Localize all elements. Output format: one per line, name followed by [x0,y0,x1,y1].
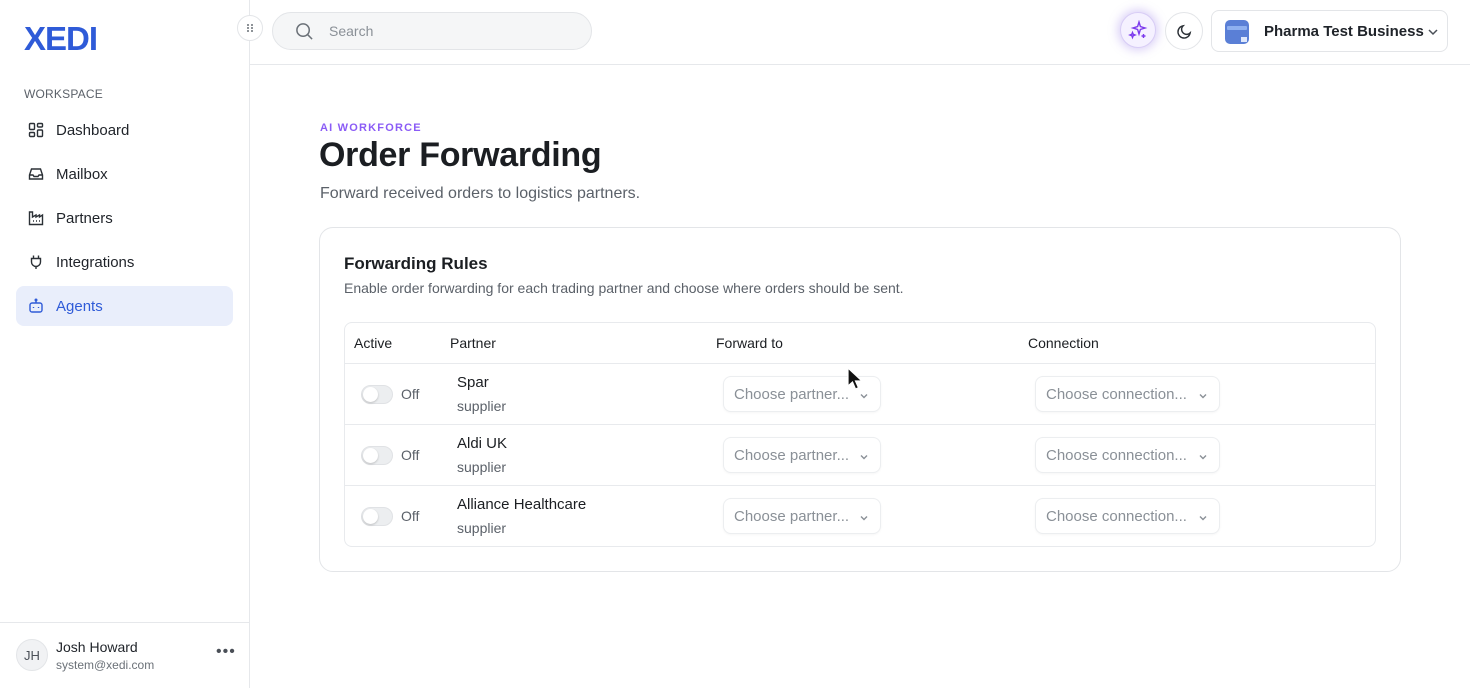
factory-icon [28,210,44,226]
chevron-down-icon [858,511,870,523]
column-header-partner: Partner [450,335,496,351]
partner-type: supplier [457,520,507,536]
search-icon [295,22,314,41]
sparkles-icon [1128,20,1148,40]
moon-icon [1176,24,1191,39]
search-input[interactable] [329,21,569,41]
user-name: Josh Howard [56,639,138,655]
active-toggle[interactable] [361,385,393,404]
sidebar: XEDI WORKSPACE Dashboard Mailbox Partner… [0,0,250,688]
card-description: Enable order forwarding for each trading… [344,280,904,296]
sidebar-item-partners[interactable]: Partners [16,198,233,238]
sidebar-item-label: Agents [56,297,103,315]
forward-to-select[interactable]: Choose partner... [723,498,881,534]
active-toggle[interactable] [361,507,393,526]
table-row: Off Aldi UK supplier Choose partner... C… [345,425,1375,486]
forward-to-select[interactable]: Choose partner... [723,437,881,473]
toggle-status: Off [401,447,420,463]
forwarding-rules-table: Active Partner Forward to Connection Off… [344,322,1376,547]
page-title: Order Forwarding [319,136,602,174]
partner-name: Alliance Healthcare [457,496,587,513]
user-profile: JH Josh Howard system@xedi.com ••• [0,622,249,688]
sidebar-item-mailbox[interactable]: Mailbox [16,154,233,194]
connection-select[interactable]: Choose connection... [1035,376,1220,412]
sidebar-item-label: Dashboard [56,121,130,139]
column-header-connection: Connection [1028,335,1099,351]
mouse-cursor-icon [846,366,866,391]
grip-icon [247,24,253,32]
select-placeholder: Choose connection... [1046,508,1187,525]
workspace-section-label: WORKSPACE [24,87,103,101]
select-placeholder: Choose partner... [734,447,850,464]
page-eyebrow: AI WORKFORCE [320,122,422,134]
chevron-down-icon [1197,450,1209,462]
sidebar-item-dashboard[interactable]: Dashboard [16,110,233,150]
column-header-active: Active [354,335,393,351]
business-switcher[interactable]: Pharma Test Business [1211,10,1448,52]
plug-icon [28,254,44,270]
partner-type: supplier [457,459,507,475]
sidebar-toggle-button[interactable] [237,15,263,41]
table-header: Active Partner Forward to Connection [345,323,1375,364]
sidebar-item-integrations[interactable]: Integrations [16,242,233,282]
sidebar-nav: Dashboard Mailbox Partners Integrations … [16,110,233,330]
active-toggle[interactable] [361,446,393,465]
business-logo-icon [1225,20,1249,44]
ai-assistant-button[interactable] [1120,12,1156,48]
avatar[interactable]: JH [16,639,48,671]
top-bar: Pharma Test Business [250,0,1470,65]
toggle-status: Off [401,386,420,402]
partner-name: Aldi UK [457,435,508,452]
column-header-forward-to: Forward to [716,335,783,351]
more-options-icon[interactable]: ••• [216,643,236,661]
search-bar[interactable] [272,12,592,50]
chevron-down-icon [1426,25,1440,39]
connection-select[interactable]: Choose connection... [1035,437,1220,473]
sidebar-item-label: Mailbox [56,165,108,183]
business-name: Pharma Test Business [1264,23,1424,40]
bot-icon [28,298,44,314]
forwarding-rules-card: Forwarding Rules Enable order forwarding… [319,227,1401,572]
select-placeholder: Choose connection... [1046,447,1187,464]
chevron-down-icon [1197,511,1209,523]
card-title: Forwarding Rules [344,254,488,273]
theme-toggle-button[interactable] [1165,12,1203,50]
sidebar-item-agents[interactable]: Agents [16,286,233,326]
chevron-down-icon [858,450,870,462]
page-subtitle: Forward received orders to logistics par… [320,185,641,202]
select-placeholder: Choose connection... [1046,386,1187,403]
toggle-status: Off [401,508,420,524]
chevron-down-icon [1197,389,1209,401]
table-row: Off Alliance Healthcare supplier Choose … [345,486,1375,546]
select-placeholder: Choose partner... [734,508,850,525]
inbox-icon [28,166,44,182]
partner-type: supplier [457,398,507,414]
connection-select[interactable]: Choose connection... [1035,498,1220,534]
user-email: system@xedi.com [56,658,155,672]
sidebar-item-label: Partners [56,209,113,227]
dashboard-icon [28,122,44,138]
select-placeholder: Choose partner... [734,386,850,403]
sidebar-item-label: Integrations [56,253,135,271]
partner-name: Spar [457,374,489,391]
xedi-logo[interactable]: XEDI [24,20,98,58]
